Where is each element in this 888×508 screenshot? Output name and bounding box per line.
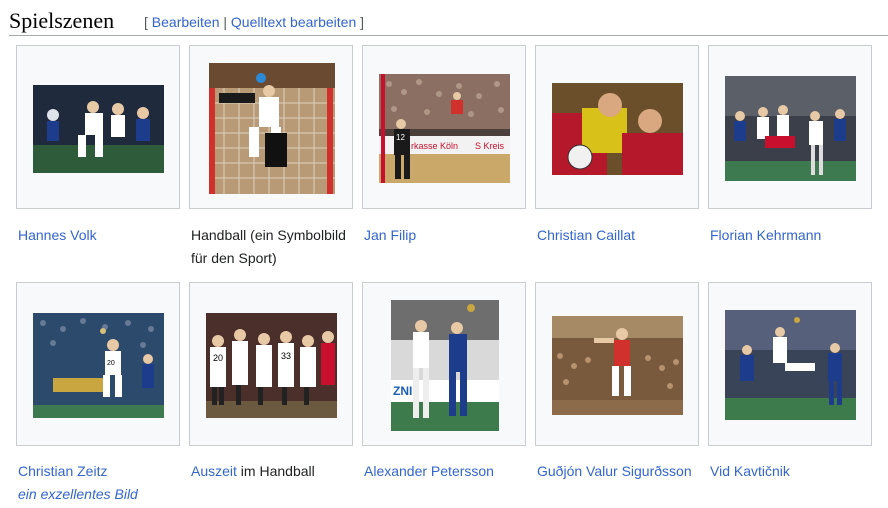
thumbnail-hannes-volk[interactable] (33, 85, 164, 173)
thumbnail-jan-filip[interactable]: rkasse Köln S Kreis 12 (379, 74, 510, 183)
gallery-box-9 (535, 282, 699, 446)
thumbnail-florian-kehrmann[interactable] (725, 76, 856, 181)
gallery-box-3: rkasse Köln S Kreis 12 (362, 45, 526, 209)
photo-hannes-volk (33, 85, 164, 173)
caption-link[interactable]: Vid Kavtičnik (710, 463, 790, 479)
jersey-number: 33 (281, 351, 291, 361)
jersey-number: 20 (107, 360, 115, 367)
thumbnail-auszeit[interactable]: 20 33 (206, 313, 337, 418)
caption-3: Jan Filip (364, 224, 532, 247)
caption-link[interactable]: Christian Caillat (537, 227, 635, 243)
caption-link[interactable]: Alexander Petersson (364, 463, 494, 479)
gallery-box-8: ZNI (362, 282, 526, 446)
caption-1: Hannes Volk (18, 224, 186, 247)
gallery-box-5 (708, 45, 872, 209)
gallery-box-7: 20 33 (189, 282, 353, 446)
photo-jan-filip: rkasse Köln S Kreis 12 (379, 74, 510, 183)
edit-bracket-close: ] (360, 14, 365, 30)
thumbnail-christian-zeitz[interactable]: 20 (33, 313, 164, 418)
caption-link[interactable]: Guðjón Valur Sigurðsson (537, 463, 692, 479)
gallery-box-1 (16, 45, 180, 209)
edit-section-links: [ Bearbeiten | Quelltext bearbeiten ] (144, 14, 364, 30)
caption-link[interactable]: Christian Zeitz (18, 463, 107, 479)
gallery-box-2 (189, 45, 353, 209)
caption-link[interactable]: Florian Kehrmann (710, 227, 821, 243)
ad-text: ZNI (393, 384, 412, 398)
thumbnail-vid-kavticnik[interactable] (725, 310, 856, 420)
banner-text: rkasse Köln (411, 141, 458, 151)
caption-link[interactable]: Auszeit (191, 463, 237, 479)
caption-8: Alexander Petersson (364, 460, 532, 483)
edit-source-link[interactable]: Quelltext bearbeiten (231, 14, 356, 30)
section-title: Spielszenen (9, 8, 115, 33)
caption-link[interactable]: Hannes Volk (18, 227, 97, 243)
edit-link[interactable]: Bearbeiten (152, 14, 220, 30)
edit-bracket-open: [ (144, 14, 148, 30)
photo-christian-zeitz: 20 (33, 313, 164, 418)
jersey-number: 20 (213, 353, 223, 363)
caption-text: im Handball (236, 463, 315, 479)
caption-excellent-image-link[interactable]: ein exzellentes Bild (18, 483, 186, 506)
edit-separator: | (223, 14, 228, 30)
thumbnail-alexander-petersson[interactable]: ZNI (391, 300, 499, 431)
caption-6: Christian Zeitz ein exzellentes Bild (18, 460, 186, 506)
thumbnail-christian-caillat[interactable] (552, 83, 683, 175)
photo-christian-caillat (552, 83, 683, 175)
jersey-number: 12 (396, 133, 405, 142)
photo-auszeit: 20 33 (206, 313, 337, 418)
section-heading-row: Spielszenen [ Bearbeiten | Quelltext bea… (9, 6, 888, 36)
caption-link[interactable]: Jan Filip (364, 227, 416, 243)
caption-text: Handball (ein Symbolbild für den Sport) (191, 227, 346, 266)
thumbnail-handball-symbol[interactable] (209, 63, 335, 194)
caption-2: Handball (ein Symbolbild für den Sport) (191, 224, 359, 270)
gallery-box-4 (535, 45, 699, 209)
caption-5: Florian Kehrmann (710, 224, 878, 247)
caption-10: Vid Kavtičnik (710, 460, 878, 483)
photo-handball-symbol (209, 63, 335, 194)
caption-4: Christian Caillat (537, 224, 705, 247)
photo-gudjon-valur-sigurdsson (552, 316, 683, 415)
thumbnail-gudjon-valur-sigurdsson[interactable] (552, 316, 683, 415)
photo-florian-kehrmann (725, 76, 856, 181)
gallery-box-6: 20 (16, 282, 180, 446)
caption-9: Guðjón Valur Sigurðsson (537, 460, 705, 483)
photo-vid-kavticnik (725, 310, 856, 420)
caption-7: Auszeit im Handball (191, 460, 359, 483)
gallery-box-10 (708, 282, 872, 446)
banner-text-2: S Kreis (475, 141, 505, 151)
photo-alexander-petersson: ZNI (391, 300, 499, 431)
